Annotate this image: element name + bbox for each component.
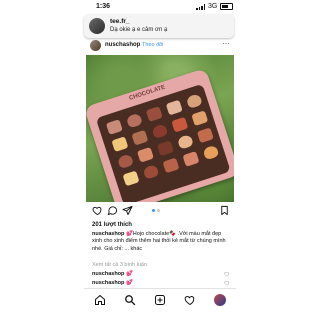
search-icon[interactable] [124, 294, 136, 306]
eyeshadow-palette: CHOCOLATE [86, 67, 234, 202]
eyeshadow-swatch [136, 146, 154, 163]
eyeshadow-swatch [196, 127, 214, 144]
follow-button[interactable]: Theo dõi [142, 42, 163, 48]
eyeshadow-swatch [116, 153, 134, 170]
notification-banner[interactable]: tee.fr_ Dạ okie ạ e cảm ơn ạ [84, 14, 234, 38]
eyeshadow-swatch [131, 129, 149, 146]
comment-icon[interactable] [107, 205, 118, 216]
share-icon[interactable] [122, 205, 133, 216]
eyeshadow-swatch [185, 93, 203, 109]
home-icon[interactable] [94, 294, 106, 306]
network-type: 3G [208, 3, 218, 10]
eyeshadow-swatch [105, 119, 123, 135]
signal-icon [196, 3, 205, 10]
carousel-dots [152, 209, 160, 212]
status-bar: 1:36 3G [0, 0, 320, 14]
notification-message: Dạ okie ạ e cảm ơn ạ [110, 27, 168, 33]
battery-icon [220, 3, 234, 10]
heart-icon[interactable] [92, 205, 103, 216]
avatar[interactable] [90, 40, 101, 51]
status-time: 1:36 [96, 3, 111, 10]
bookmark-icon[interactable] [219, 205, 230, 216]
new-post-icon[interactable] [154, 294, 166, 306]
post-image[interactable]: CHOCOLATE [86, 55, 234, 202]
eyeshadow-swatch [162, 157, 180, 174]
comment-row: nuschashop 💕 [92, 280, 133, 286]
profile-avatar-icon[interactable] [214, 294, 226, 306]
comment-like-icon[interactable] [224, 271, 230, 277]
likes-count[interactable]: 201 lượt thích [92, 222, 132, 228]
status-indicators: 3G [196, 3, 234, 10]
eyeshadow-swatch [122, 170, 140, 187]
eyeshadow-swatch [176, 133, 194, 150]
eyeshadow-swatch [171, 116, 189, 133]
comment-username[interactable]: nuschashop [92, 280, 124, 286]
comment-text: 💕 [125, 280, 133, 286]
post-caption: nuschashop 💕Hojo chocolate🍫 .Với màu mắt… [92, 231, 228, 253]
notification-title: tee.fr_ [110, 18, 130, 25]
eyeshadow-swatch [191, 110, 209, 127]
eyeshadow-swatch [156, 140, 174, 157]
eyeshadow-swatch [111, 136, 129, 153]
caption-username[interactable]: nuschashop [92, 231, 124, 237]
eyeshadow-swatch [165, 99, 183, 116]
comment-text: 💕 [125, 271, 133, 277]
comment-row: nuschashop 💕 [92, 271, 133, 277]
post-actions [86, 204, 234, 218]
notification-avatar [89, 18, 105, 34]
eyeshadow-swatch [142, 164, 160, 180]
bottom-tab-bar [84, 288, 236, 313]
more-options-icon[interactable]: ··· [222, 39, 230, 48]
comment-username[interactable]: nuschashop [92, 271, 124, 277]
view-all-comments-link[interactable]: Xem tất cả 3 bình luận [92, 262, 147, 268]
eyeshadow-swatch [202, 144, 220, 161]
post-username[interactable]: nuschashop [105, 42, 140, 48]
eyeshadow-swatch [145, 106, 163, 122]
comment-like-icon[interactable] [224, 280, 230, 286]
eyeshadow-swatch [151, 123, 169, 140]
activity-heart-icon[interactable] [184, 294, 196, 306]
eyeshadow-swatch [182, 151, 200, 167]
post-header: nuschashop Theo dõi ··· [86, 38, 234, 54]
eyeshadow-swatch [125, 112, 143, 129]
